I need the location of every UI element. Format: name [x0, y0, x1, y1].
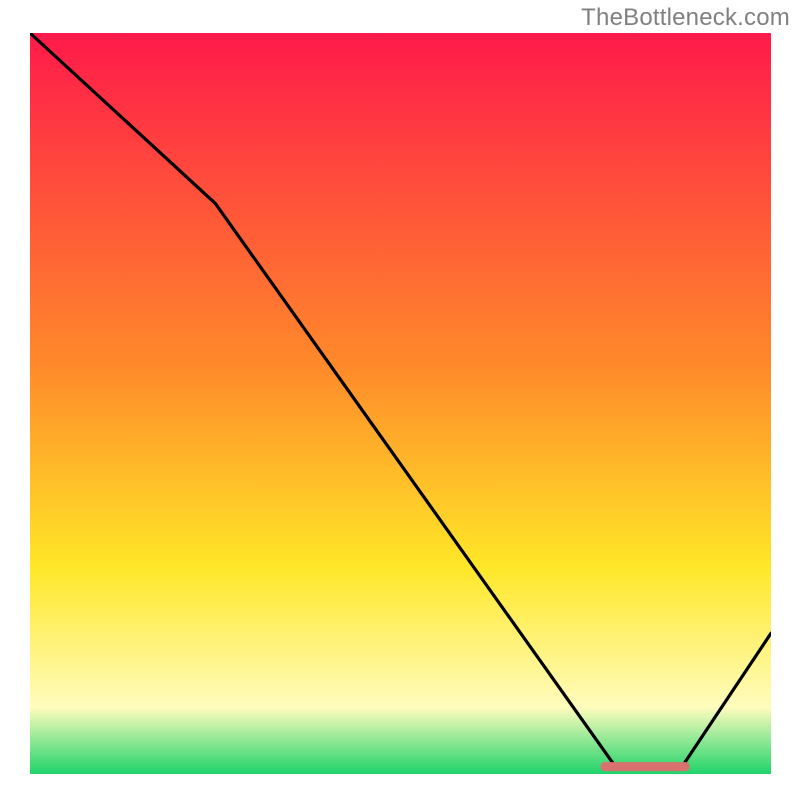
chart-stage: TheBottleneck.com [0, 0, 800, 800]
gradient-background [30, 33, 771, 774]
plot-svg [30, 33, 771, 774]
attribution-text: TheBottleneck.com [581, 4, 790, 32]
optimal-range-marker [601, 762, 690, 771]
plot-area [30, 33, 771, 774]
